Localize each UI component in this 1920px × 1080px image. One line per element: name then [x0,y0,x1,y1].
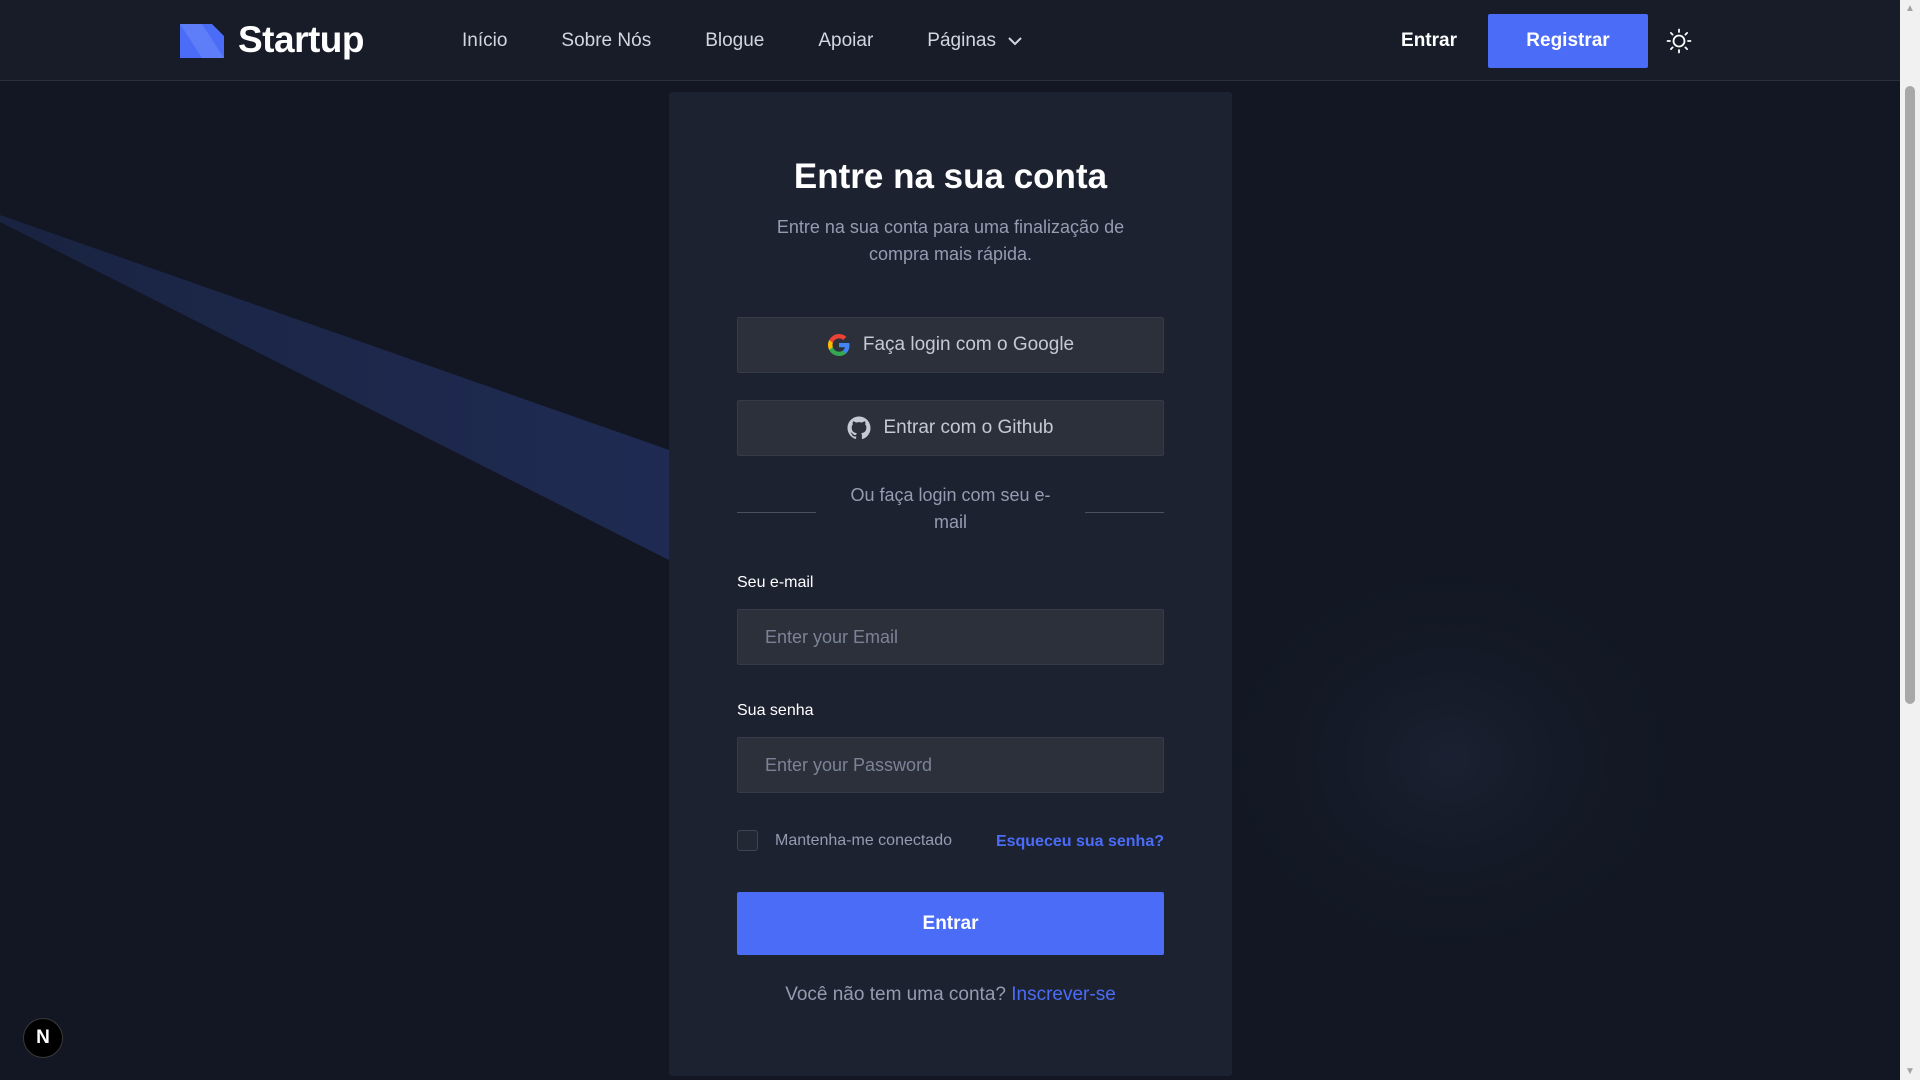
password-label: Sua senha [737,702,814,719]
password-field[interactable] [737,737,1164,793]
page-subtitle: Entre na sua conta para uma finalização … [776,217,1125,264]
signup-link[interactable]: Inscrever-se [1011,984,1116,1005]
logo-icon [180,22,224,58]
remember-label: Mantenha-me conectado [775,831,952,849]
main-nav: Início Sobre Nós Blogue Apoiar Páginas [462,0,1022,81]
no-account-text: Você não tem uma conta? [785,984,1012,1005]
header-actions: Entrar Registrar [1401,14,1694,68]
theme-toggle[interactable] [1664,26,1694,56]
nav-item-inicio[interactable]: Início [462,30,507,52]
scroll-down-arrow-icon[interactable]: ▼ [1900,1063,1920,1080]
signin-link[interactable]: Entrar [1401,30,1457,52]
nav-item-apoiar[interactable]: Apoiar [818,30,873,52]
submit-button[interactable]: Entrar [737,892,1164,955]
signup-button[interactable]: Registrar [1488,14,1648,68]
remember-checkbox[interactable] [737,830,758,851]
nextjs-badge[interactable]: N [23,1018,63,1058]
scroll-up-arrow-icon[interactable]: ▲ [1900,0,1920,17]
google-login-label: Faça login com o Google [862,334,1075,355]
email-label: Seu e-mail [737,574,814,591]
signup-prompt: Você não tem uma conta? Inscrever-se [669,984,1232,1006]
nav-item-blogue[interactable]: Blogue [705,30,764,52]
divider-line-right [1085,512,1164,513]
logo-text: Startup [238,19,365,60]
nextjs-icon: N [36,1027,50,1048]
google-icon [827,333,851,357]
chevron-down-icon [1008,36,1022,45]
remember-me[interactable]: Mantenha-me conectado [737,830,952,851]
scroll-thumb[interactable] [1905,86,1915,704]
github-login-label: Entrar com o Github [883,417,1054,438]
nav-item-sobre-nos[interactable]: Sobre Nós [561,30,651,52]
email-field[interactable] [737,609,1164,665]
sun-icon [1666,28,1692,54]
forgot-password-link[interactable]: Esqueceu sua senha? [996,833,1164,851]
logo[interactable]: Startup [180,18,365,62]
page-title: Entre na sua conta [793,157,1108,196]
site-header: Startup Início Sobre Nós Blogue Apoiar P… [0,0,1900,81]
divider-text: Ou faça login com seu e-mail [850,485,1051,532]
nav-item-paginas[interactable]: Páginas [927,30,1022,52]
scrollbar[interactable]: ▲ ▼ [1900,0,1920,1080]
github-login-button[interactable]: Entrar com o Github [737,400,1164,456]
login-card: Entre na sua conta Entre na sua conta pa… [669,92,1232,1076]
github-icon [847,416,871,440]
google-login-button[interactable]: Faça login com o Google [737,317,1164,373]
divider: Ou faça login com seu e-mail [737,482,1164,542]
nav-item-paginas-label: Páginas [927,29,996,51]
divider-line-left [737,512,816,513]
